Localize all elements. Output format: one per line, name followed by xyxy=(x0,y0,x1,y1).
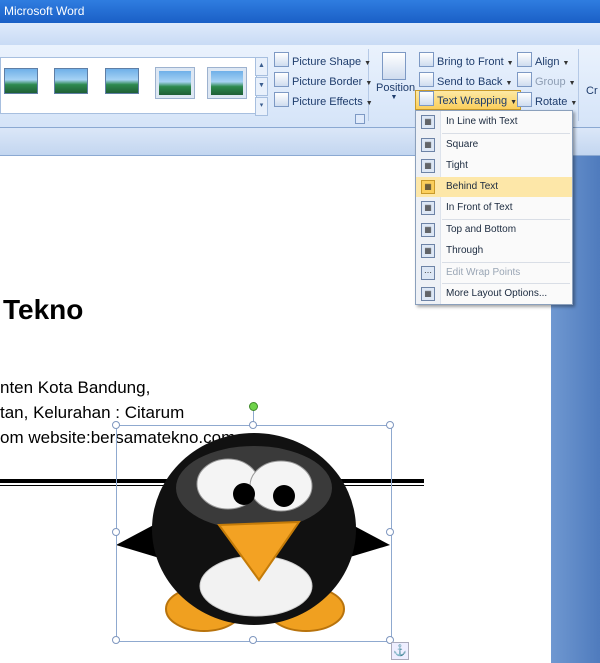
menu-item-in-front-of-text[interactable]: ▦ In Front of Text xyxy=(416,198,572,218)
group-button[interactable]: Group ▼ xyxy=(517,72,576,90)
square-wrap-icon: ▦ xyxy=(421,138,435,152)
menu-item-square[interactable]: ▦ Square xyxy=(416,135,572,155)
menu-item-more-layout-options[interactable]: ▦ More Layout Options... xyxy=(416,284,572,304)
group-icon xyxy=(517,72,532,87)
picture-shape-icon xyxy=(274,52,289,67)
window-title: Microsoft Word xyxy=(4,4,85,18)
align-button[interactable]: Align ▼ xyxy=(517,52,569,70)
resize-handle[interactable] xyxy=(112,528,120,536)
resize-handle[interactable] xyxy=(249,636,257,644)
send-back-icon xyxy=(419,72,434,87)
menu-item-through[interactable]: ▦ Through xyxy=(416,241,572,261)
align-icon xyxy=(517,52,532,67)
picture-border-icon xyxy=(274,72,289,87)
document-line: tan, Kelurahan : Citarum xyxy=(0,403,185,422)
top-bottom-icon: ▦ xyxy=(421,223,435,237)
document-line: nten Kota Bandung, xyxy=(0,378,151,397)
ribbon-tab-strip xyxy=(0,23,600,45)
text-wrapping-button[interactable]: Text Wrapping ▼ xyxy=(415,90,522,110)
image-selection-box xyxy=(116,425,392,642)
bring-to-front-button[interactable]: Bring to Front ▼ xyxy=(419,52,514,70)
resize-handle[interactable] xyxy=(249,421,257,429)
layout-options-icon[interactable]: ⚓ xyxy=(391,642,409,660)
picture-style-thumb[interactable] xyxy=(207,67,247,99)
picture-shape-button[interactable]: Picture Shape ▼ xyxy=(274,52,371,70)
document-heading: Tekno xyxy=(3,294,84,325)
gallery-up-icon[interactable]: ▲ xyxy=(255,57,268,76)
text-wrapping-menu: ▦ In Line with Text ▦ Square ▦ Tight ▦ Behin… xyxy=(415,110,573,305)
menu-item-edit-wrap-points[interactable]: ⋯ Edit Wrap Points xyxy=(416,263,572,283)
picture-style-thumb[interactable] xyxy=(4,68,38,94)
edit-wrap-points-icon: ⋯ xyxy=(421,266,435,280)
resize-handle[interactable] xyxy=(112,636,120,644)
position-icon xyxy=(382,52,406,80)
text-wrapping-icon xyxy=(419,91,434,106)
menu-item-top-and-bottom[interactable]: ▦ Top and Bottom xyxy=(416,220,572,240)
menu-item-in-line-with-text[interactable]: ▦ In Line with Text xyxy=(416,112,572,132)
dialog-launcher-icon[interactable] xyxy=(355,114,365,124)
rotation-handle[interactable] xyxy=(249,402,258,411)
resize-handle[interactable] xyxy=(386,421,394,429)
layout-options-icon: ▦ xyxy=(421,287,435,301)
gallery-more-icon[interactable]: ▾ xyxy=(255,97,268,116)
rotate-button[interactable]: Rotate ▼ xyxy=(517,92,577,110)
picture-style-thumb[interactable] xyxy=(54,68,88,94)
resize-handle[interactable] xyxy=(386,528,394,536)
in-front-icon: ▦ xyxy=(421,201,435,215)
crop-button[interactable]: Cr xyxy=(586,82,598,100)
picture-styles-group: ▲ ▼ ▾ Picture Shape ▼ Picture Border ▼ Pic… xyxy=(0,49,373,121)
gallery-scroll-buttons: ▲ ▼ ▾ xyxy=(255,57,268,116)
tight-wrap-icon: ▦ xyxy=(421,159,435,173)
resize-handle[interactable] xyxy=(112,421,120,429)
picture-style-thumb[interactable] xyxy=(105,68,139,94)
picture-style-gallery xyxy=(0,57,257,114)
position-button[interactable]: Position ▼ xyxy=(376,52,415,101)
bring-front-icon xyxy=(419,52,434,67)
menu-item-behind-text[interactable]: ▦ Behind Text xyxy=(416,177,572,197)
picture-style-thumb[interactable] xyxy=(155,67,195,99)
gallery-down-icon[interactable]: ▼ xyxy=(255,77,268,96)
title-bar: Microsoft Word xyxy=(0,0,600,23)
rotate-icon xyxy=(517,92,532,107)
picture-effects-button[interactable]: Picture Effects ▼ xyxy=(274,92,373,110)
picture-effects-icon xyxy=(274,92,289,107)
behind-text-icon: ▦ xyxy=(421,180,435,194)
picture-border-button[interactable]: Picture Border ▼ xyxy=(274,72,372,90)
through-wrap-icon: ▦ xyxy=(421,244,435,258)
send-to-back-button[interactable]: Send to Back ▼ xyxy=(419,72,512,90)
menu-item-tight[interactable]: ▦ Tight xyxy=(416,156,572,176)
in-line-icon: ▦ xyxy=(421,115,435,129)
